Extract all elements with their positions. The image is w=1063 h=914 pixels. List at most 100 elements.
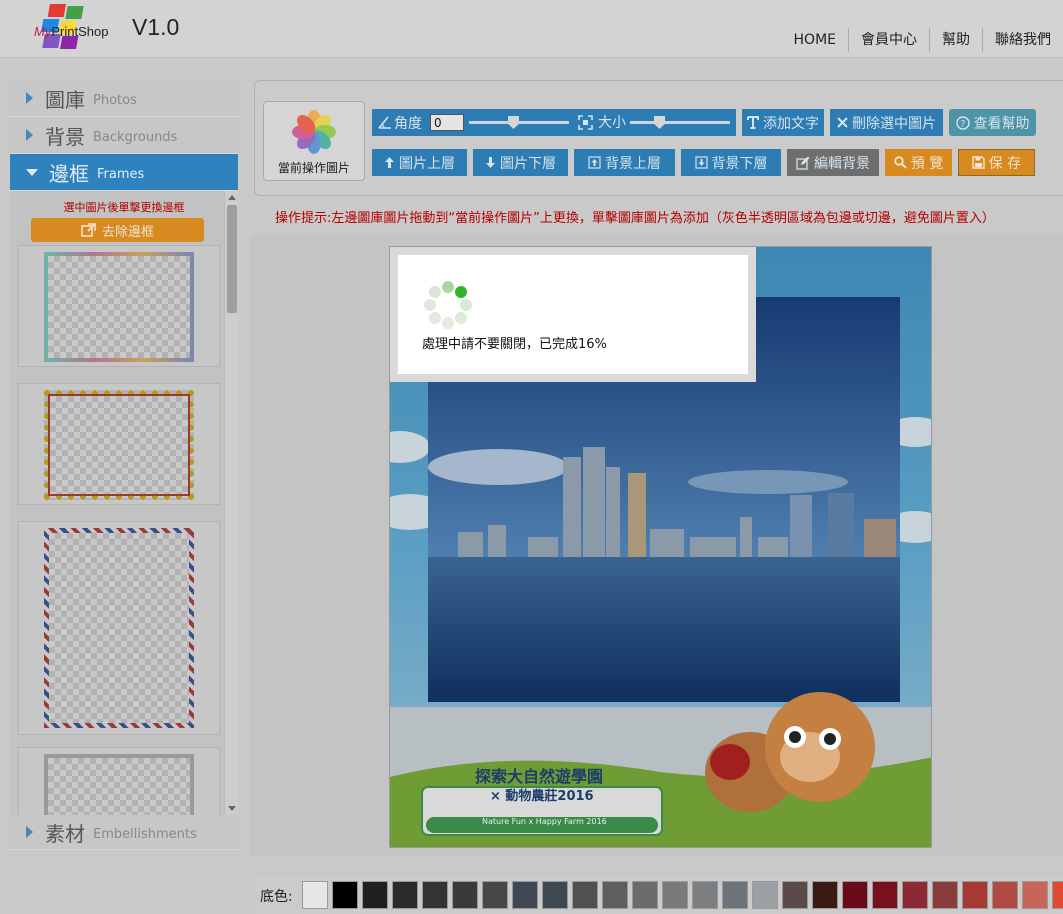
color-swatch[interactable] bbox=[752, 881, 778, 909]
angle-icon bbox=[378, 116, 391, 129]
farm-illustration bbox=[390, 692, 931, 847]
angle-slider-handle[interactable] bbox=[508, 116, 519, 129]
frame-preview bbox=[44, 528, 194, 728]
angle-label: 角度 bbox=[394, 116, 422, 132]
frames-scrollbar[interactable] bbox=[224, 191, 238, 815]
banner-subtitle: × 動物農莊2016 bbox=[490, 789, 594, 804]
frame-thumbnail-2[interactable] bbox=[18, 383, 220, 505]
photos-flower-icon bbox=[292, 110, 336, 154]
current-image-slot[interactable]: 當前操作圖片 bbox=[263, 101, 365, 181]
add-text-button[interactable]: 添加文字 bbox=[742, 109, 824, 136]
size-slider-handle[interactable] bbox=[654, 116, 665, 129]
frame-thumbnail-3[interactable] bbox=[18, 521, 220, 735]
color-swatch[interactable] bbox=[872, 881, 898, 909]
sidebar-section-embellishments[interactable]: 素材 Embellishments bbox=[10, 815, 238, 850]
color-swatch[interactable] bbox=[362, 881, 388, 909]
frames-panel: 選中圖片後單擊更換邊框 去除邊框 bbox=[10, 191, 238, 815]
scroll-down-icon[interactable] bbox=[228, 806, 236, 811]
operation-hint: 操作提示:左邊圖庫圖片拖動到“當前操作圖片”上更換，單擊圖庫圖片為添加（灰色半透… bbox=[275, 211, 995, 226]
scroll-up-icon[interactable] bbox=[228, 195, 236, 200]
caret-right-icon bbox=[26, 92, 33, 104]
angle-input[interactable] bbox=[430, 114, 464, 131]
angle-slider-track[interactable] bbox=[469, 121, 569, 124]
resize-icon bbox=[578, 115, 593, 130]
size-label: 大小 bbox=[598, 115, 626, 131]
frame-preview bbox=[44, 390, 194, 500]
sidebar-section-frames[interactable]: 邊框 Frames bbox=[10, 154, 238, 191]
loading-spinner-icon bbox=[424, 281, 472, 329]
color-swatch[interactable] bbox=[452, 881, 478, 909]
frame-thumbnail-4[interactable] bbox=[18, 747, 220, 815]
color-swatch[interactable] bbox=[992, 881, 1018, 909]
color-swatch[interactable] bbox=[332, 881, 358, 909]
color-swatch[interactable] bbox=[932, 881, 958, 909]
color-swatch[interactable] bbox=[512, 881, 538, 909]
color-swatch[interactable] bbox=[392, 881, 418, 909]
background-up-layer-button[interactable]: 背景上層 bbox=[574, 149, 675, 176]
scroll-thumb[interactable] bbox=[227, 205, 237, 313]
swatch-label: 底色: bbox=[260, 889, 293, 905]
color-swatch[interactable] bbox=[1052, 881, 1063, 909]
color-swatch[interactable] bbox=[542, 881, 568, 909]
color-swatch[interactable] bbox=[842, 881, 868, 909]
image-up-layer-button[interactable]: 圖片上層 bbox=[372, 149, 467, 176]
nav-home[interactable]: HOME bbox=[774, 28, 848, 52]
frame-thumbnail-1[interactable] bbox=[18, 245, 220, 367]
image-down-layer-button[interactable]: 圖片下層 bbox=[473, 149, 568, 176]
arrow-up-icon bbox=[385, 157, 394, 168]
frame-preview bbox=[44, 252, 194, 362]
background-color-bar: 底色: bbox=[250, 876, 1063, 914]
sidebar-section-photos[interactable]: 圖庫 Photos bbox=[10, 80, 238, 117]
top-nav: HOME 會員中心 幫助 聯絡我們 bbox=[774, 28, 1063, 52]
external-link-icon bbox=[81, 223, 96, 237]
color-swatch[interactable] bbox=[812, 881, 838, 909]
color-swatch[interactable] bbox=[422, 881, 448, 909]
close-icon bbox=[837, 117, 848, 128]
color-swatch[interactable] bbox=[572, 881, 598, 909]
banner-english: Nature Fun x Happy Farm 2016 bbox=[482, 817, 607, 826]
color-swatch[interactable] bbox=[302, 881, 328, 909]
logo-text: MyPrintShop bbox=[34, 24, 109, 39]
color-swatch[interactable] bbox=[602, 881, 628, 909]
edit-background-button[interactable]: 編輯背景 bbox=[787, 149, 879, 176]
arrow-down-icon bbox=[486, 157, 495, 168]
nav-help[interactable]: 幫助 bbox=[929, 28, 982, 52]
layer-down-icon bbox=[694, 156, 708, 169]
layer-up-icon bbox=[588, 156, 601, 169]
sidebar: 圖庫 Photos 背景 Backgrounds 邊框 Frames 選中圖片後… bbox=[10, 80, 238, 852]
color-swatch[interactable] bbox=[662, 881, 688, 909]
background-down-layer-button[interactable]: 背景下層 bbox=[681, 149, 781, 176]
banner-title: 探索大自然遊學園 bbox=[475, 767, 604, 786]
help-icon: ? bbox=[955, 115, 970, 130]
loading-status-text: 處理中請不要關閉，已完成16% bbox=[422, 337, 607, 352]
color-swatch[interactable] bbox=[632, 881, 658, 909]
color-swatch[interactable] bbox=[902, 881, 928, 909]
color-swatch[interactable] bbox=[692, 881, 718, 909]
frames-tip: 選中圖片後單擊更換邊框 bbox=[63, 201, 185, 214]
header: MyPrintShop V1.0 HOME 會員中心 幫助 聯絡我們 bbox=[0, 0, 1063, 58]
text-icon bbox=[747, 116, 759, 129]
remove-frame-button[interactable]: 去除邊框 bbox=[31, 218, 204, 242]
nav-contact[interactable]: 聯絡我們 bbox=[982, 28, 1063, 52]
size-slider-track[interactable] bbox=[630, 121, 730, 124]
color-swatch[interactable] bbox=[962, 881, 988, 909]
color-swatch[interactable] bbox=[722, 881, 748, 909]
color-swatch[interactable] bbox=[482, 881, 508, 909]
delete-selected-button[interactable]: 刪除選中圖片 bbox=[830, 109, 943, 136]
nav-member-center[interactable]: 會員中心 bbox=[848, 28, 929, 52]
loading-dialog: 處理中請不要關閉，已完成16% bbox=[398, 255, 748, 374]
save-button[interactable]: 保 存 bbox=[958, 149, 1035, 176]
search-icon bbox=[894, 156, 907, 169]
editor-toolbar: 當前操作圖片 角度 大小 添加文字 刪除選中圖片 ? 查看幫助 圖片上層 bbox=[254, 80, 1063, 196]
view-help-button[interactable]: ? 查看幫助 bbox=[949, 109, 1036, 136]
svg-text:?: ? bbox=[960, 119, 965, 129]
transform-controls: 角度 大小 bbox=[372, 109, 736, 136]
caret-down-icon bbox=[26, 168, 38, 176]
edit-icon bbox=[796, 156, 810, 170]
color-swatch[interactable] bbox=[1022, 881, 1048, 909]
current-image-label: 當前操作圖片 bbox=[277, 161, 350, 175]
sidebar-section-backgrounds[interactable]: 背景 Backgrounds bbox=[10, 117, 238, 154]
color-swatch[interactable] bbox=[782, 881, 808, 909]
preview-button[interactable]: 預 覽 bbox=[885, 149, 952, 176]
version-label: V1.0 bbox=[132, 14, 180, 40]
